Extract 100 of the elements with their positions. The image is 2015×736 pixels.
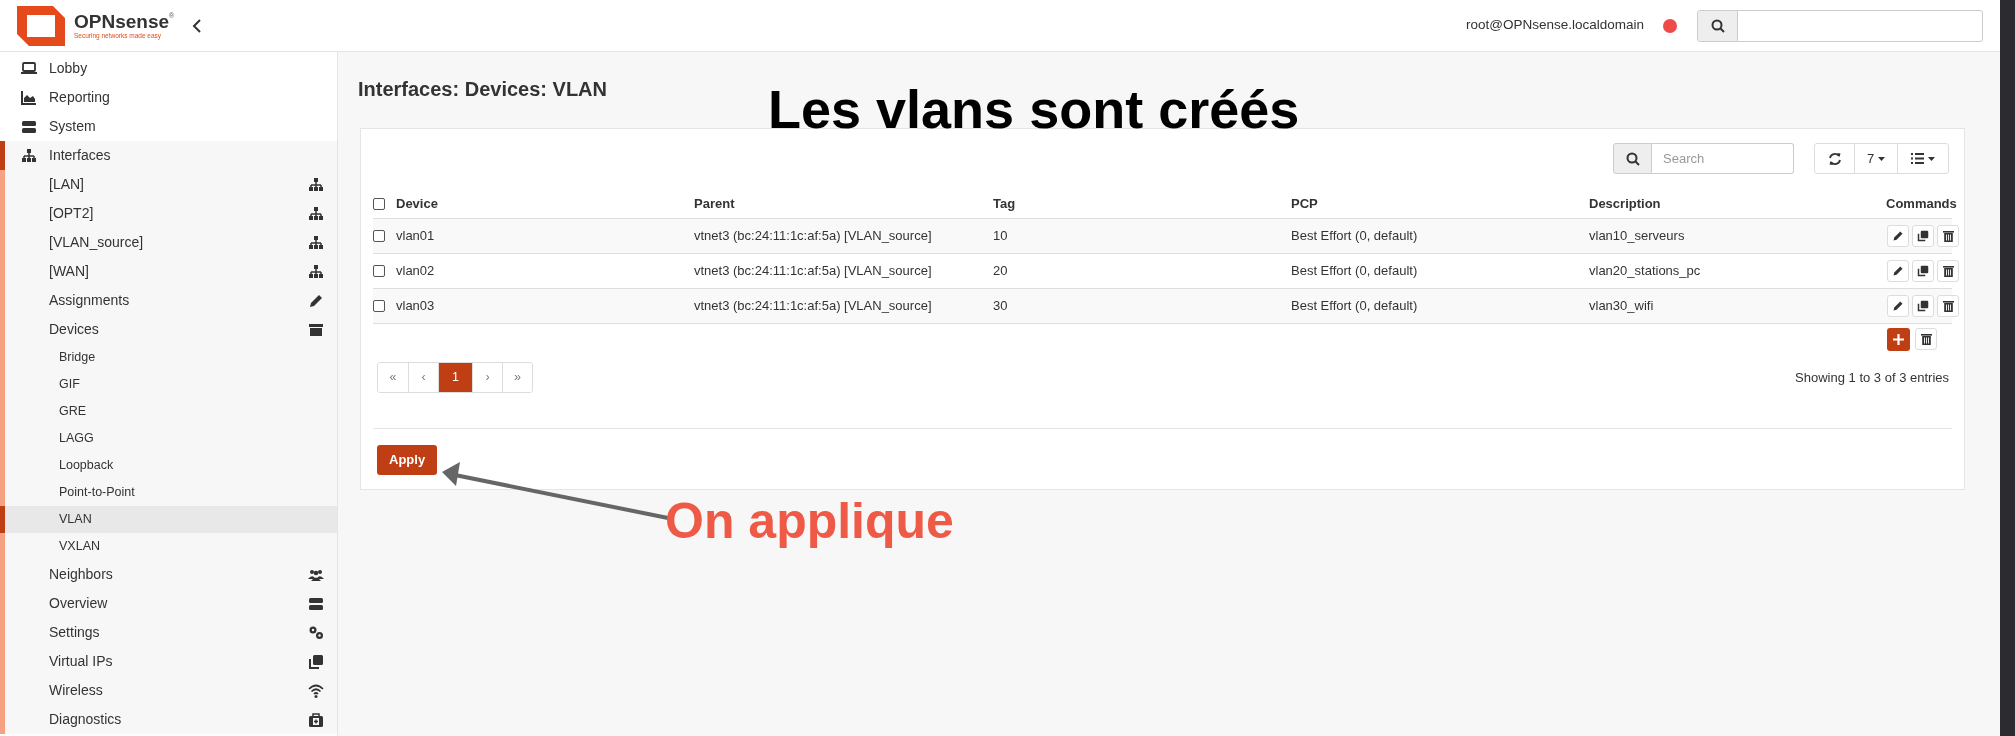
pencil-icon <box>1892 230 1904 242</box>
brand-name: OPNsense <box>74 11 170 31</box>
server-icon <box>308 595 324 612</box>
network-icon <box>308 263 324 280</box>
table-cell-text: 30 <box>993 297 1009 316</box>
pencil-icon <box>308 292 324 309</box>
sidebar-item[interactable]: GIF <box>0 371 337 398</box>
copy-icon <box>1917 230 1929 242</box>
page-button[interactable]: 1 <box>438 363 472 392</box>
sidebar-item[interactable]: Virtual IPs <box>0 647 337 676</box>
medkit-icon <box>308 711 324 728</box>
copy-icon <box>308 653 324 670</box>
sidebar-item[interactable]: Devices <box>0 315 337 344</box>
sidebar-item[interactable]: Settings <box>0 618 337 647</box>
sidebar-item[interactable]: Overview <box>0 589 337 618</box>
search-button[interactable] <box>1613 143 1652 174</box>
sidebar-item[interactable]: [VLAN_source] <box>0 228 337 257</box>
sidebar-item[interactable]: Neighbors <box>0 560 337 589</box>
sidebar-item[interactable]: Point-to-Point <box>0 479 337 506</box>
copy-button[interactable] <box>1912 260 1934 282</box>
table-cell-text: vlan03 <box>396 297 436 316</box>
checkbox[interactable] <box>373 265 385 277</box>
column-header: Tag <box>993 195 1017 214</box>
sidebar-item[interactable]: GRE <box>0 398 337 425</box>
pencil-icon <box>1892 300 1904 312</box>
gears-icon <box>308 624 324 641</box>
trash-icon <box>1942 300 1954 312</box>
collapse-icon[interactable] <box>192 18 203 33</box>
checkbox[interactable] <box>373 198 385 210</box>
table-cell-text: 10 <box>993 227 1009 246</box>
checkbox[interactable] <box>373 300 385 312</box>
edit-button[interactable] <box>1887 260 1909 282</box>
sidebar-item[interactable]: Diagnostics <box>0 705 337 734</box>
edit-button[interactable] <box>1887 295 1909 317</box>
table-cell-text: Best Effort (0, default) <box>1291 297 1419 316</box>
table-cell-text: vlan01 <box>396 227 436 246</box>
delete-button[interactable] <box>1937 260 1959 282</box>
sidebar-item[interactable]: VLAN <box>0 506 337 533</box>
edit-button[interactable] <box>1887 225 1909 247</box>
refresh-icon <box>1827 151 1842 166</box>
search-field[interactable] <box>1697 9 1983 42</box>
delete-button[interactable] <box>1937 295 1959 317</box>
column-header: Device <box>396 195 439 214</box>
table-cell-text: vlan20_stations_pc <box>1589 262 1702 281</box>
trash-icon <box>1942 230 1954 242</box>
copy-icon <box>1917 265 1929 277</box>
search-icon <box>1710 18 1725 33</box>
sidebar-item[interactable]: Assignments <box>0 286 337 315</box>
entries-info: Showing 1 to 3 of 3 entries <box>1795 369 1949 387</box>
table-cell-text: vtnet3 (bc:24:11:1c:af:5a) [VLAN_source] <box>694 227 933 246</box>
heading-text: Les vlans sont créés <box>768 78 1300 141</box>
column-header: Parent <box>694 195 736 214</box>
sidebar-item[interactable]: Wireless <box>0 676 337 705</box>
laptop-icon <box>21 60 37 77</box>
network-icon <box>308 205 324 222</box>
page-button[interactable]: » <box>502 363 532 392</box>
column-header: PCP <box>1291 195 1319 214</box>
column-header: Commands <box>1886 195 1957 214</box>
sidebar-item[interactable]: [OPT2] <box>0 199 337 228</box>
search-icon <box>1625 151 1640 166</box>
copy-button[interactable] <box>1912 295 1934 317</box>
add-button[interactable] <box>1887 327 1910 351</box>
sidebar-item[interactable]: Bridge <box>0 344 337 371</box>
table-cell-text: vtnet3 (bc:24:11:1c:af:5a) [VLAN_source] <box>694 297 933 316</box>
callout-text: On applique <box>665 492 954 551</box>
delete-button[interactable] <box>1937 225 1959 247</box>
logo-icon <box>17 5 65 46</box>
sidebar-item[interactable]: VXLAN <box>0 533 337 560</box>
trash-icon <box>1942 265 1954 277</box>
search-field[interactable]: Search <box>1652 143 1794 174</box>
list-icon <box>1911 153 1924 164</box>
wifi-icon <box>308 682 324 699</box>
copy-icon <box>1917 300 1929 312</box>
table-cell-text: vlan30_wifi <box>1589 297 1655 316</box>
table-cell-text: vlan10_serveurs <box>1589 227 1686 246</box>
archive-icon <box>308 321 324 338</box>
apply-button[interactable]: Apply <box>377 445 438 475</box>
server-icon <box>21 118 37 135</box>
network-icon <box>308 176 324 193</box>
sidebar-item[interactable]: Interfaces <box>0 141 337 170</box>
checkbox[interactable] <box>373 230 385 242</box>
page-title: Interfaces: Devices: VLAN <box>358 77 607 102</box>
delete-button[interactable] <box>1915 327 1937 350</box>
area-chart-icon <box>21 89 37 106</box>
trash-icon <box>1920 332 1932 345</box>
table-cell-text: Best Effort (0, default) <box>1291 227 1419 246</box>
sidebar-item[interactable]: [LAN] <box>0 170 337 199</box>
copy-button[interactable] <box>1912 225 1934 247</box>
plus-icon <box>1893 333 1904 345</box>
column-header: Description <box>1589 195 1662 214</box>
table-cell-text: vlan02 <box>396 262 436 281</box>
sidebar-item[interactable]: LAGG <box>0 425 337 452</box>
network-icon <box>21 147 37 164</box>
sidebar-item[interactable]: [WAN] <box>0 257 337 286</box>
table-cell-text: vtnet3 (bc:24:11:1c:af:5a) [VLAN_source] <box>694 262 933 281</box>
sidebar-item[interactable]: Loopback <box>0 452 337 479</box>
pencil-icon <box>1892 265 1904 277</box>
caret-icon <box>1878 156 1886 161</box>
user-name[interactable]: root@OPNsense.localdomain <box>1465 15 1644 36</box>
network-icon <box>308 234 324 251</box>
